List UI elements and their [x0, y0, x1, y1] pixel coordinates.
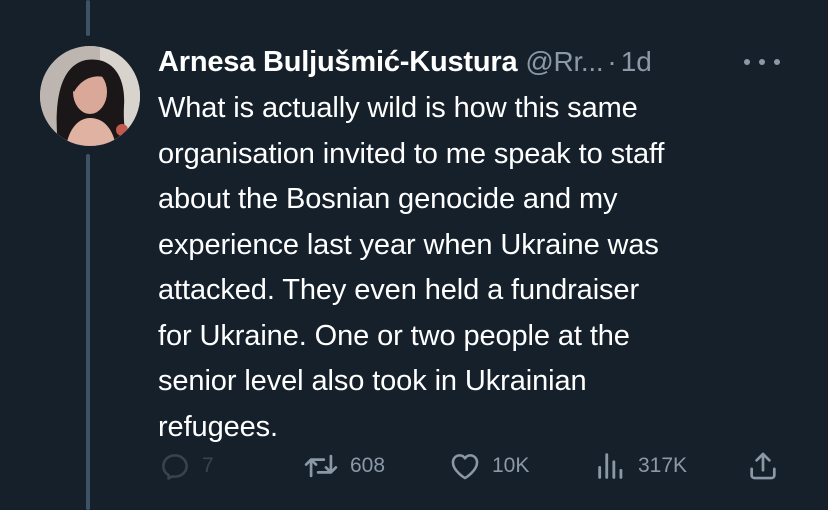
avatar[interactable] — [40, 46, 140, 146]
more-icon[interactable] — [744, 48, 780, 76]
tweet-header: Arnesa Buljušmić-Kustura @Rr... · 1d — [158, 42, 652, 82]
author-handle[interactable]: @Rr... — [525, 46, 603, 78]
views-icon — [598, 453, 623, 479]
more-dot — [774, 59, 780, 65]
separator-dot: · — [607, 46, 617, 77]
like-count: 10K — [492, 454, 530, 477]
reply-button[interactable]: 7 — [158, 446, 214, 486]
thread-line-bottom — [86, 154, 90, 510]
action-bar: 7 608 10K 317K — [158, 446, 786, 486]
tweet[interactable]: Arnesa Buljušmić-Kustura @Rr... · 1d Wha… — [0, 0, 828, 510]
avatar-image — [40, 46, 140, 146]
more-dot — [744, 59, 750, 65]
retweet-button[interactable]: 608 — [302, 446, 385, 486]
heart-icon — [451, 454, 479, 480]
reply-icon — [162, 454, 188, 480]
retweet-icon — [304, 454, 338, 478]
share-icon — [750, 452, 776, 480]
like-button[interactable]: 10K — [448, 446, 529, 486]
thread-line-top — [86, 0, 90, 36]
author-name[interactable]: Arnesa Buljušmić-Kustura — [158, 46, 518, 79]
more-dot — [759, 59, 765, 65]
tweet-text: What is actually wild is how this same o… — [158, 92, 665, 443]
timestamp[interactable]: 1d — [621, 46, 652, 78]
views-button[interactable]: 317K — [594, 446, 687, 486]
share-button[interactable] — [746, 446, 780, 486]
retweet-count: 608 — [350, 454, 386, 477]
reply-count: 7 — [202, 454, 214, 477]
view-count: 317K — [638, 454, 688, 477]
